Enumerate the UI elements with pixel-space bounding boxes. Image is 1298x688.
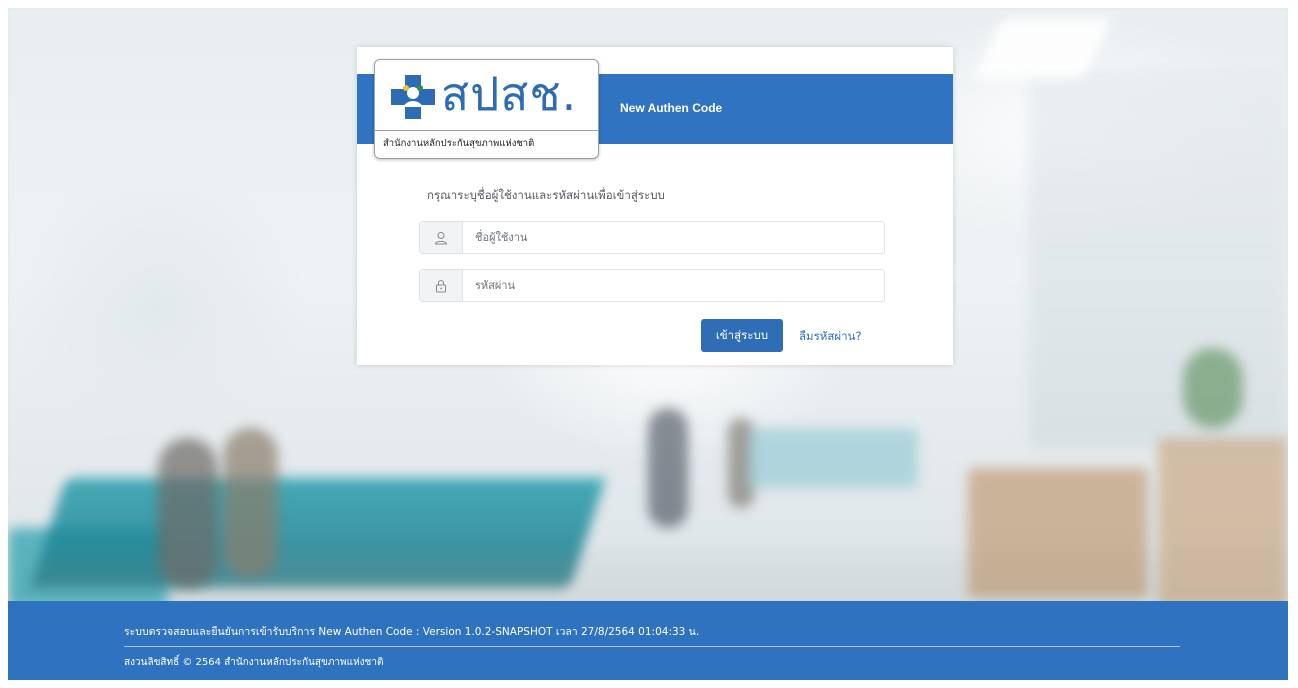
background-person [158, 438, 218, 588]
background-person [223, 428, 278, 578]
background-desk [968, 468, 1148, 598]
background-person [648, 408, 688, 528]
forgot-password-link[interactable]: ลืมรหัสผ่าน? [799, 328, 862, 346]
background-counter [748, 428, 918, 488]
username-input[interactable] [463, 222, 881, 253]
logo-wordmark: สปสช. [441, 67, 578, 121]
logo-subtitle: สำนักงานหลักประกันสุขภาพแห่งชาติ [383, 138, 535, 149]
nhso-logo: สปสช. สำนักงานหลักประกันสุขภาพแห่งชาติ [374, 59, 599, 159]
footer-divider [124, 646, 1180, 647]
username-field [419, 221, 885, 254]
login-prompt: กรุณาระบุชื่อผู้ใช้งานและรหัสผ่านเพื่อเข… [427, 188, 665, 202]
password-field [419, 269, 885, 302]
page-frame: New Authen Code สปสช. สำนักงานหลักประกัน… [8, 8, 1288, 680]
login-card: New Authen Code สปสช. สำนักงานหลักประกัน… [357, 47, 953, 365]
user-icon [420, 222, 463, 253]
background-wall [1028, 68, 1288, 448]
background-desk [1158, 438, 1288, 608]
footer: ระบบตรวจสอบและยืนยันการเข้ารับบริการ New… [8, 601, 1288, 680]
background-plant [1183, 348, 1243, 428]
footer-copyright: สงวนลิขสิทธิ์ © 2564 สำนักงานหลักประกันส… [124, 657, 384, 668]
background-chairs [30, 478, 606, 588]
lock-icon [420, 270, 463, 301]
password-input[interactable] [463, 270, 881, 301]
footer-version-info: ระบบตรวจสอบและยืนยันการเข้ารับบริการ New… [124, 626, 700, 638]
login-button[interactable]: เข้าสู่ระบบ [701, 319, 783, 352]
nhso-cross-icon [391, 75, 435, 119]
app-title: New Authen Code [620, 101, 723, 115]
logo-divider [375, 130, 598, 131]
